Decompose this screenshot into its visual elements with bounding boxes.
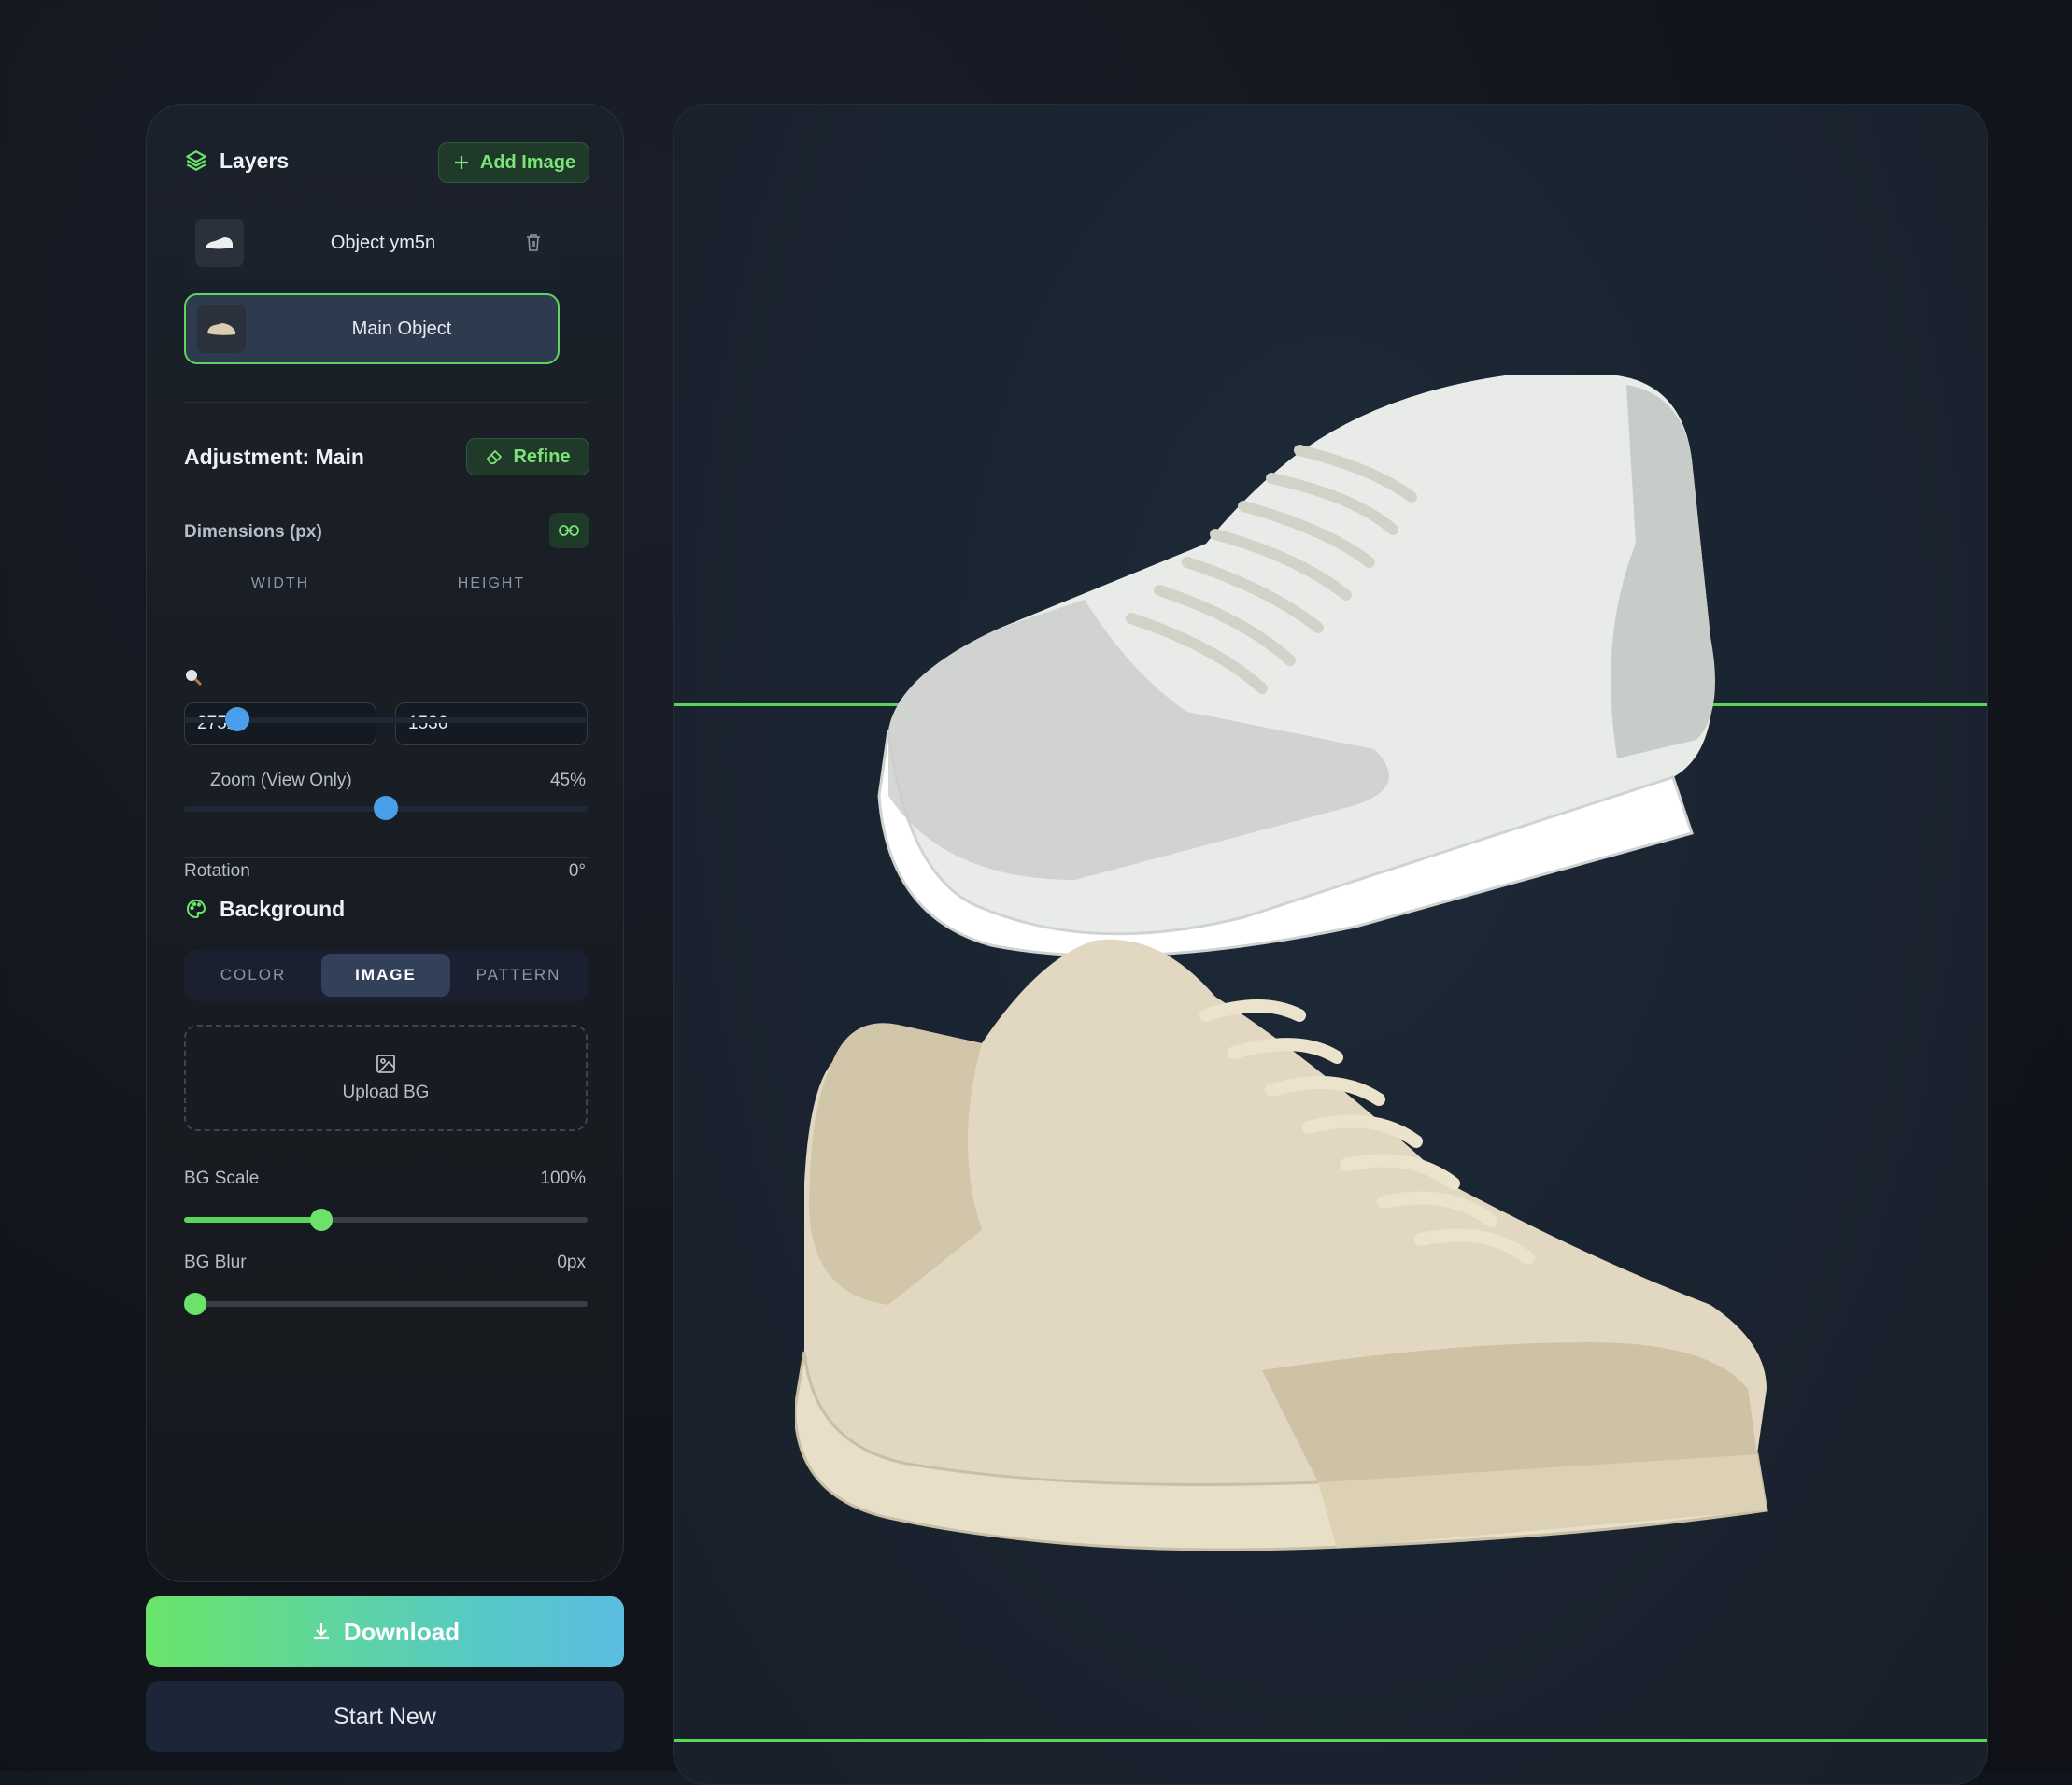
preview-canvas[interactable] bbox=[673, 104, 1988, 1785]
rotation-label: Rotation bbox=[184, 861, 250, 881]
layer-item-main-object[interactable]: Main Object bbox=[184, 293, 560, 364]
bg-scale-slider-knob[interactable] bbox=[310, 1209, 333, 1231]
tab-image[interactable]: IMAGE bbox=[321, 954, 450, 997]
bg-blur-slider-knob[interactable] bbox=[184, 1293, 206, 1315]
bg-scale-value: 100% bbox=[540, 1169, 586, 1188]
add-image-button[interactable]: Add Image bbox=[438, 142, 589, 183]
layers-title: Layers bbox=[220, 149, 290, 173]
bg-scale-slider-fill bbox=[184, 1217, 321, 1223]
upload-bg-label: Upload BG bbox=[342, 1083, 430, 1102]
download-button[interactable]: Download bbox=[146, 1596, 624, 1667]
background-title: Background bbox=[220, 897, 346, 921]
guide-line-bottom bbox=[674, 1739, 1987, 1742]
refine-label: Refine bbox=[513, 446, 571, 467]
sneaker-white-image[interactable] bbox=[851, 357, 1804, 964]
layer-thumbnail bbox=[197, 305, 246, 353]
plus-icon bbox=[454, 156, 468, 169]
zoom-slider-knob[interactable] bbox=[225, 707, 249, 731]
eraser-icon bbox=[487, 450, 503, 464]
layer-thumbnail bbox=[195, 219, 244, 267]
editor-panel: Layers Add Image Object ym5n Main Object… bbox=[146, 104, 624, 1582]
bg-blur-value: 0px bbox=[557, 1253, 586, 1272]
adjustment-title: Adjustment: Main bbox=[184, 445, 364, 469]
download-icon bbox=[313, 1623, 329, 1640]
zoom-label: Zoom (View Only) bbox=[210, 771, 352, 790]
height-input[interactable]: 1536 bbox=[395, 702, 588, 745]
divider bbox=[184, 857, 588, 858]
width-input[interactable]: 2752 bbox=[184, 702, 376, 745]
bg-scale-label: BG Scale bbox=[184, 1169, 260, 1188]
width-label: WIDTH bbox=[250, 575, 310, 591]
layer-name: Object ym5n bbox=[330, 232, 436, 253]
link-icon[interactable] bbox=[549, 513, 589, 548]
refine-button[interactable]: Refine bbox=[466, 438, 589, 475]
add-image-label: Add Image bbox=[479, 151, 576, 173]
tab-pattern[interactable]: PATTERN bbox=[454, 954, 583, 997]
rotation-slider-knob[interactable] bbox=[374, 796, 398, 820]
download-label: Download bbox=[343, 1617, 461, 1646]
layer-name: Main Object bbox=[351, 318, 452, 339]
tab-color[interactable]: COLOR bbox=[189, 954, 318, 997]
dimensions-label: Dimensions (px) bbox=[184, 522, 322, 542]
magnifier-icon bbox=[184, 668, 203, 687]
start-new-button[interactable]: Start New bbox=[146, 1681, 624, 1752]
layers-icon bbox=[184, 149, 208, 173]
background-type-tabs: COLOR IMAGE PATTERN bbox=[184, 949, 588, 1001]
sneaker-beige-image[interactable] bbox=[795, 903, 1804, 1632]
zoom-value: 45% bbox=[549, 771, 586, 790]
divider bbox=[184, 402, 588, 403]
image-icon bbox=[376, 1055, 395, 1073]
rotation-value: 0° bbox=[568, 861, 586, 881]
palette-icon bbox=[184, 897, 208, 921]
upload-bg-dropzone[interactable]: Upload BG bbox=[184, 1025, 588, 1131]
layer-item-object[interactable]: Object ym5n bbox=[184, 207, 560, 278]
trash-icon[interactable] bbox=[522, 232, 545, 254]
bg-blur-label: BG Blur bbox=[184, 1253, 247, 1272]
height-label: HEIGHT bbox=[457, 575, 526, 591]
bg-blur-slider-track[interactable] bbox=[184, 1301, 588, 1307]
